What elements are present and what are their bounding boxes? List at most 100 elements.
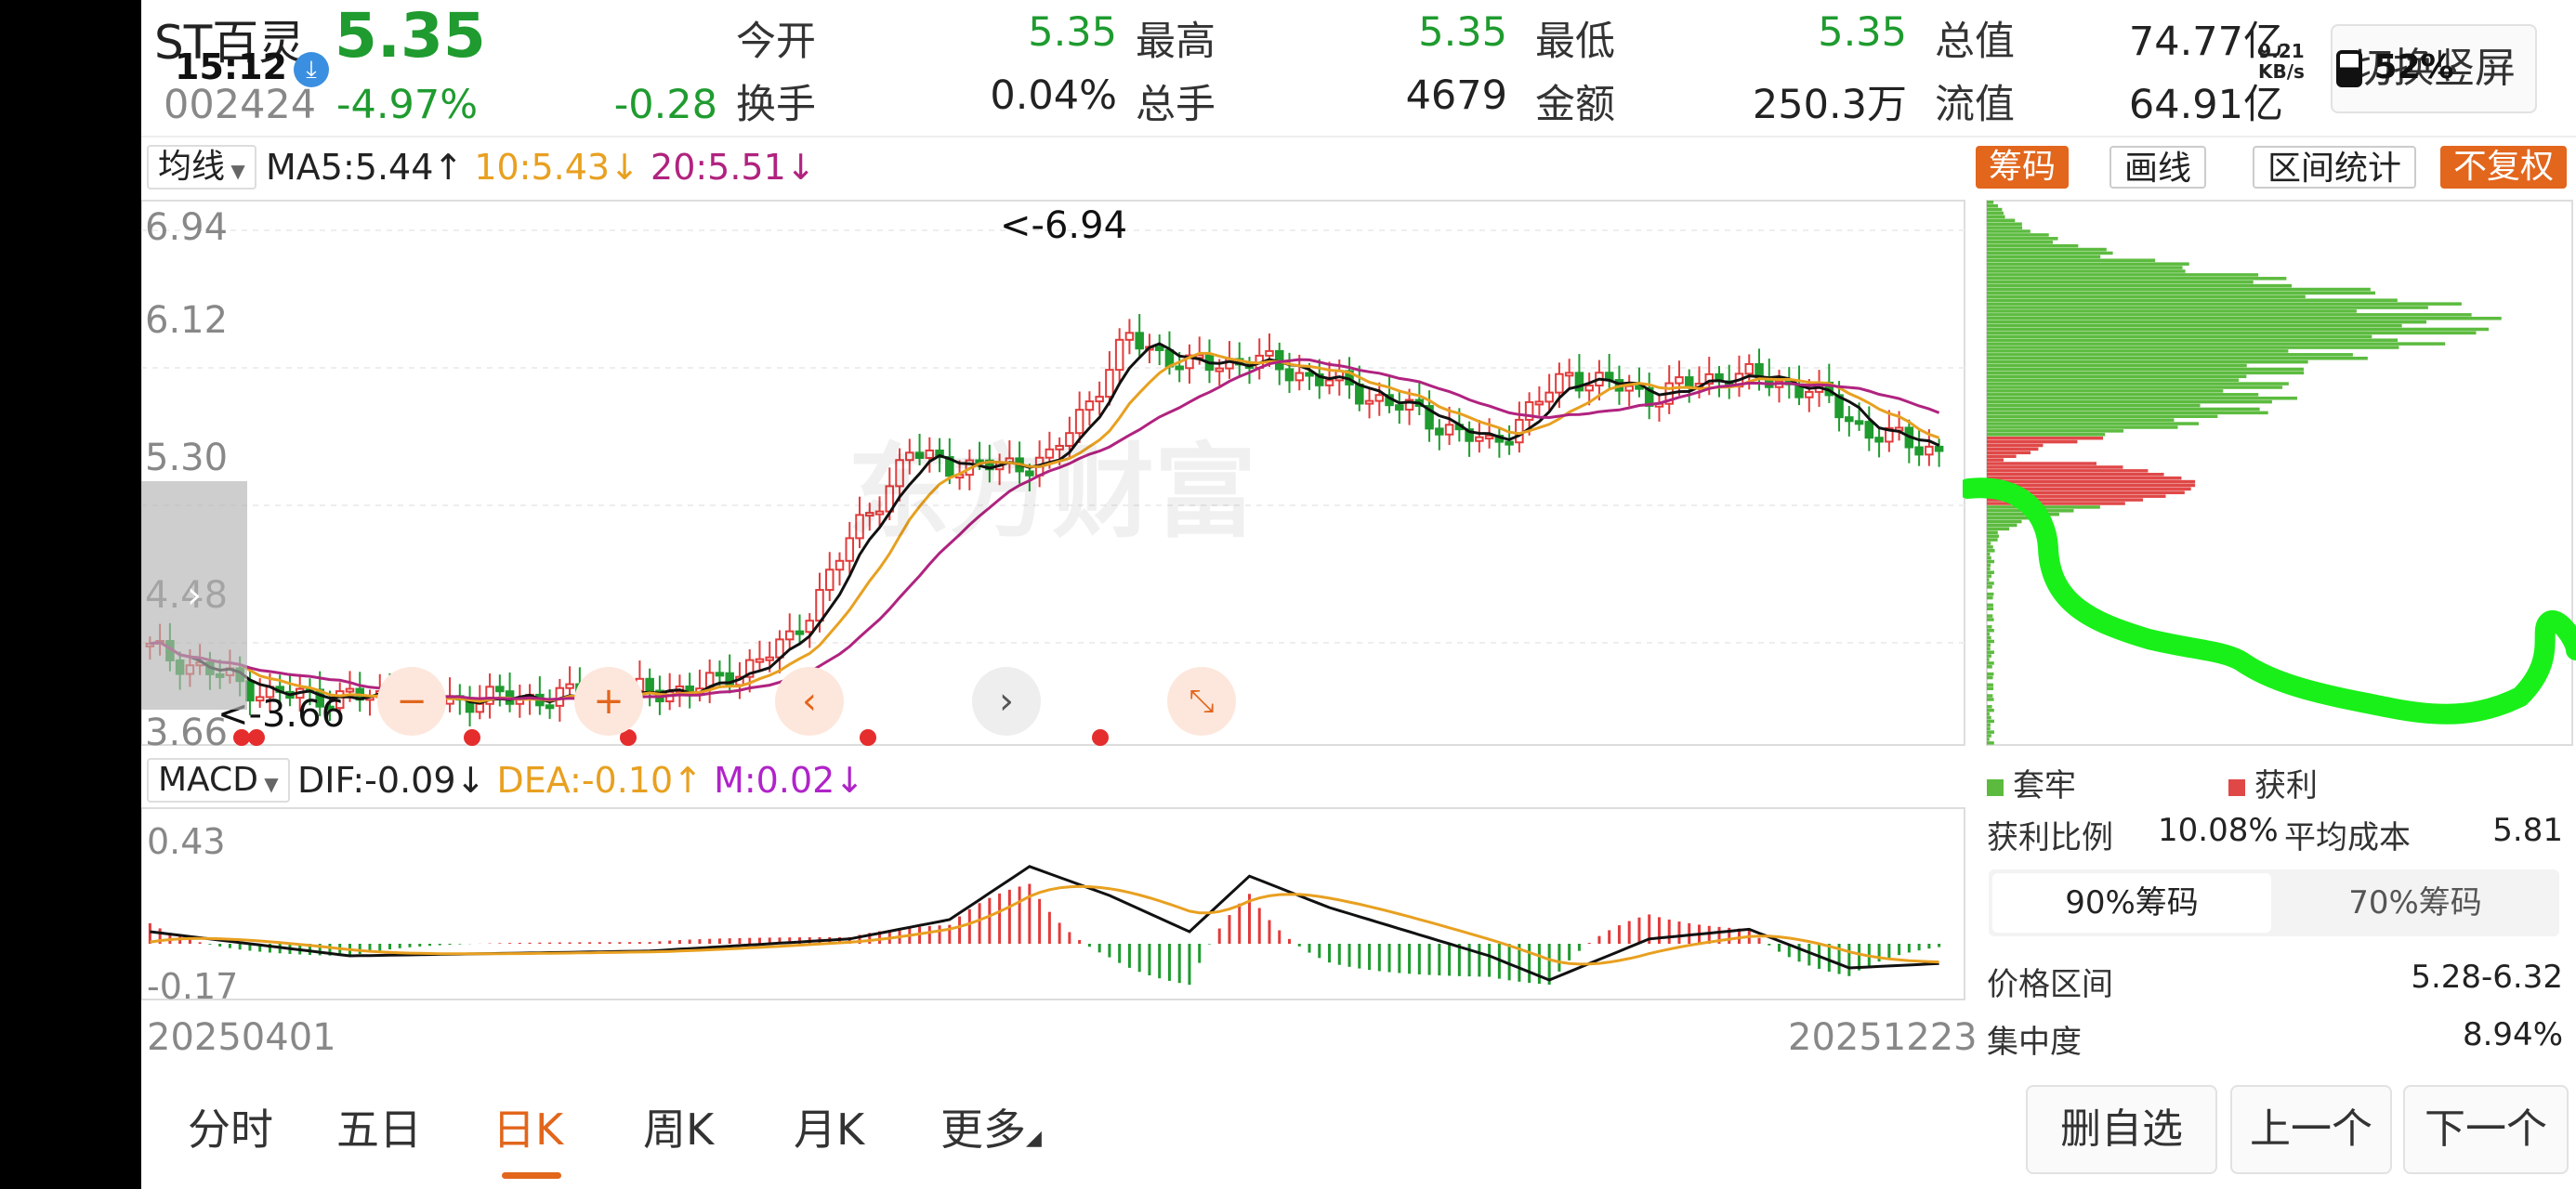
chip-bar: [1987, 411, 2268, 415]
chart-watermark: 东方财富: [848, 433, 1256, 552]
chip-bar: [1987, 320, 2426, 324]
candle-body: [1114, 338, 1124, 372]
tab-more[interactable]: 更多◢: [940, 1096, 1042, 1157]
candle-body: [1555, 372, 1564, 394]
ma10-value: 10:5.43↓: [474, 147, 639, 188]
battery-icon: [2336, 50, 2362, 87]
macd-dif: DIF:-0.09↓: [297, 760, 486, 801]
candle-body: [1265, 349, 1274, 357]
candle-body: [1684, 376, 1694, 388]
candle-body: [1284, 368, 1295, 382]
tab-70-chips[interactable]: 70%筹码: [2275, 873, 2556, 933]
remove-watchlist-button[interactable]: 删自选: [2026, 1085, 2217, 1174]
chip-bar: [1987, 403, 2201, 408]
chip-bar: [1987, 436, 2104, 440]
legend-trapped-label: 套牢: [2013, 767, 2076, 804]
macd-selector[interactable]: MACD ▼: [147, 758, 290, 803]
hand-drawn-scribble: [1963, 477, 2576, 725]
candle-body: [1355, 383, 1364, 405]
candle-body: [1105, 369, 1114, 399]
chip-bar: [1987, 378, 2240, 382]
macd-line: [150, 884, 1939, 966]
stat-value: 0.04%: [990, 72, 1117, 119]
price-range-label: 价格区间: [1987, 966, 2113, 1003]
tab-monthly-k[interactable]: 月K: [794, 1096, 864, 1157]
zoom-in-button[interactable]: +: [574, 667, 643, 736]
candle-body: [1475, 436, 1484, 442]
chip-bar: [1987, 280, 2254, 284]
stat-label: 最低: [1535, 19, 1615, 65]
collapse-icon[interactable]: ⤡: [1167, 667, 1236, 736]
chip-bar: [1987, 363, 2247, 368]
next-stock-button[interactable]: 下一个: [2403, 1085, 2569, 1174]
macd-dea: DEA:-0.10↑: [496, 760, 703, 801]
tab-weekly-k[interactable]: 周K: [643, 1096, 714, 1157]
chip-bar: [1987, 447, 2039, 451]
candle-body: [1624, 385, 1634, 392]
chart-frame: [141, 807, 1965, 1000]
macd-values: DIF:-0.09↓ DEA:-0.10↑ M:0.02↓: [297, 760, 864, 801]
macd-selector-label: MACD: [158, 761, 258, 799]
chip-bar: [1987, 389, 2224, 393]
price-range-value: 5.28-6.32: [2411, 959, 2563, 996]
active-tab-underline: [502, 1172, 561, 1179]
ma-selector[interactable]: 均线 ▼: [147, 145, 256, 189]
candle-body: [1845, 416, 1854, 423]
chip-bar: [1987, 313, 2472, 317]
chip-bar: [1987, 367, 2304, 372]
scroll-left-button[interactable]: ‹: [775, 667, 844, 736]
legend-red-swatch: [2228, 779, 2245, 796]
stat-value: 5.35: [1418, 9, 1507, 56]
high-price-label: <-6.94: [1000, 204, 1128, 247]
concentration-value: 8.94%: [2462, 1016, 2563, 1053]
chips-button[interactable]: 筹码: [1976, 146, 2070, 189]
ma-values: MA5:5.44↑ 10:5.43↓ 20:5.51↓: [266, 147, 816, 188]
macd-tick-bottom: -0.17: [147, 966, 239, 1007]
chip-bar: [1987, 443, 2044, 448]
candle-body: [1864, 421, 1874, 439]
tab-more-label: 更多: [940, 1104, 1026, 1155]
scroll-right-button[interactable]: ›: [972, 667, 1041, 736]
candle-body: [1534, 400, 1544, 406]
side-drawer-handle[interactable]: ›: [141, 481, 247, 710]
candle-body: [1934, 445, 1944, 452]
stat-label: 今开: [736, 19, 816, 65]
stock-detail-screen: ST百灵 5.35 15:12 ⤓ 002424 -4.97% -0.28 今开…: [141, 0, 2576, 1189]
start-date: 20250401: [147, 1016, 336, 1059]
stat-label: 金额: [1535, 82, 1615, 128]
macd-chart[interactable]: [141, 806, 1968, 1003]
candle-body: [1215, 367, 1224, 372]
stat-value: 250.3万: [1752, 82, 1907, 128]
chip-bar: [1987, 356, 2368, 360]
stat-label: 总值: [1935, 19, 2015, 65]
tab-90-chips[interactable]: 90%筹码: [1992, 873, 2271, 933]
battery-indicator: 52%: [2336, 48, 2454, 87]
battery-level: 52%: [2373, 48, 2454, 86]
zoom-out-button[interactable]: −: [377, 667, 446, 736]
avg-cost-value: 5.81: [2492, 812, 2563, 849]
chip-bar: [1987, 258, 2156, 263]
change-value: -0.28: [613, 82, 717, 128]
tab-daily-k[interactable]: 日K: [493, 1096, 563, 1157]
chip-bar: [1987, 346, 2399, 349]
candle-body: [1805, 390, 1814, 399]
candle-body: [805, 620, 815, 634]
candle-body: [1874, 437, 1884, 443]
corner-arrow-icon: ◢: [1026, 1127, 1042, 1150]
chip-bar: [1987, 353, 2353, 357]
chip-bar: [1987, 374, 2247, 379]
tab-70-label: 70%筹码: [2348, 884, 2482, 921]
tab-five-day[interactable]: 五日: [336, 1096, 422, 1157]
candle-body: [1675, 376, 1684, 385]
ma20-value: 20:5.51↓: [651, 147, 816, 188]
previous-stock-button[interactable]: 上一个: [2230, 1085, 2392, 1174]
macd-tick-top: 0.43: [147, 821, 226, 862]
dropdown-icon: ▼: [225, 160, 245, 182]
range-stats-button[interactable]: 区间统计: [2253, 146, 2417, 189]
profit-ratio-label: 获利比例: [1987, 819, 2113, 856]
candle-body: [1435, 427, 1444, 436]
candle-body: [545, 704, 555, 710]
draw-line-button[interactable]: 画线: [2109, 146, 2207, 189]
no-adjust-button[interactable]: 不复权: [2440, 146, 2568, 189]
tab-intraday[interactable]: 分时: [188, 1096, 273, 1157]
